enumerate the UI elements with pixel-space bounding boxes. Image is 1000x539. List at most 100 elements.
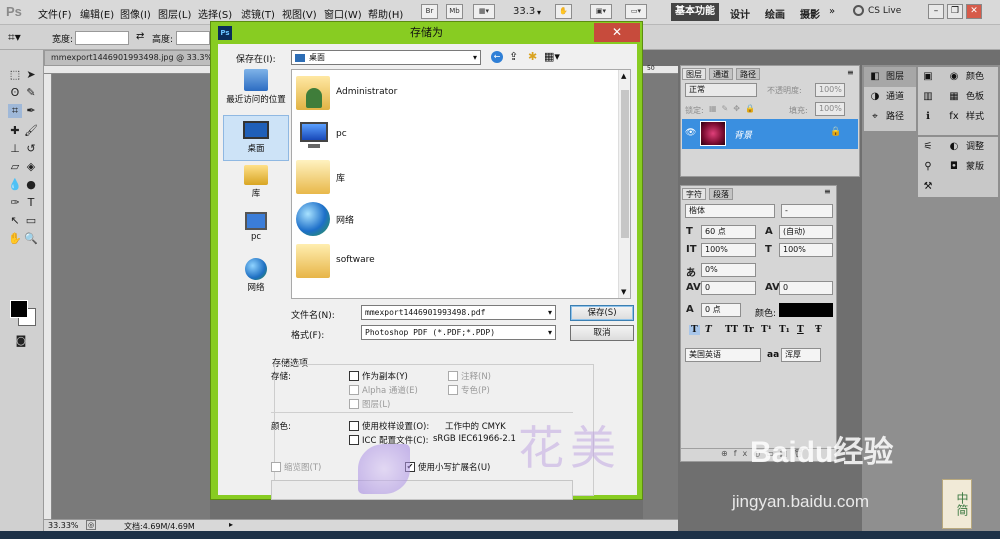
dock-masks-button[interactable]: ⚲ ◘ 蒙版 — [918, 157, 998, 177]
dock-adjustments-button[interactable]: ⚟ ◐ 调整 — [918, 137, 998, 157]
menu-view[interactable]: 视图(V) — [282, 6, 317, 21]
format-select[interactable]: Photoshop PDF (*.PDF;*.PDP) ▾ — [361, 325, 556, 340]
quick-select-tool-icon[interactable]: ✎ — [24, 86, 38, 100]
tab-layers[interactable]: 图层 — [682, 68, 706, 80]
style-button-faux-bold[interactable]: T — [689, 325, 700, 335]
dock-channels-button[interactable]: ◑ 通道 — [864, 87, 916, 107]
thumbnail-checkbox[interactable] — [271, 462, 281, 472]
view-menu-icon[interactable]: ▦▾ — [544, 50, 560, 63]
healing-tool-icon[interactable]: ✚ — [8, 124, 22, 138]
tab-paths[interactable]: 路径 — [736, 68, 760, 80]
mini-bridge-button[interactable]: Mb — [446, 4, 463, 19]
pen-tool-icon[interactable]: ✑ — [8, 196, 22, 210]
anti-alias-select[interactable]: 浑厚 — [781, 348, 821, 362]
font-family-select[interactable]: 楷体 — [685, 204, 775, 218]
new-folder-icon[interactable]: ✱ — [528, 50, 537, 63]
marquee-tool-icon[interactable]: ⬚ — [8, 68, 22, 82]
char-panel-menu-icon[interactable]: ≡ — [824, 187, 831, 196]
tab-channels[interactable]: 通道 — [709, 68, 733, 80]
crop-tool-icon[interactable]: ⌗▾ — [8, 30, 21, 45]
workspace-design[interactable]: 设计 — [730, 6, 750, 21]
dock-styles-button[interactable]: ℹ fx 样式 — [918, 107, 998, 127]
eraser-tool-icon[interactable]: ▱ — [8, 160, 22, 174]
status-zoom[interactable]: 33.33% — [48, 521, 79, 530]
list-item[interactable]: 库 — [296, 160, 616, 198]
menu-layer[interactable]: 图层(L) — [158, 6, 191, 21]
list-item[interactable]: Administrator — [296, 76, 616, 114]
tab-paragraph[interactable]: 段落 — [709, 188, 733, 200]
tsume-input[interactable]: 0% — [701, 263, 756, 277]
menu-filter[interactable]: 滤镜(T) — [241, 6, 275, 21]
dock-paths-button[interactable]: ⌖ 路径 — [864, 107, 916, 127]
layers-checkbox[interactable] — [349, 399, 359, 409]
opacity-input[interactable]: 100% — [815, 83, 845, 97]
dodge-tool-icon[interactable]: ● — [24, 178, 38, 192]
canvas-area[interactable] — [52, 74, 210, 519]
canvas-area-right[interactable] — [643, 74, 678, 519]
menu-image[interactable]: 图像(I) — [120, 6, 151, 21]
place-recent[interactable]: 最近访问的位置 — [223, 69, 289, 113]
horizontal-scale-input[interactable]: 100% — [779, 243, 833, 257]
as-copy-checkbox[interactable] — [349, 371, 359, 381]
cancel-button[interactable]: 取消 — [570, 325, 634, 341]
shape-tool-icon[interactable]: ▭ — [24, 214, 38, 228]
place-libraries[interactable]: 库 — [223, 165, 289, 209]
layer-name[interactable]: 背景 — [734, 128, 752, 141]
place-network[interactable]: 网络 — [223, 258, 289, 302]
save-in-select[interactable]: 桌面 ▾ — [291, 50, 481, 65]
spot-colors-checkbox[interactable] — [448, 385, 458, 395]
list-item[interactable]: software — [296, 244, 616, 282]
list-item[interactable]: pc — [296, 118, 616, 156]
style-button-subscript[interactable]: T₁ — [779, 325, 790, 335]
menu-file[interactable]: 文件(F) — [38, 6, 72, 21]
dialog-close-icon[interactable]: ✕ — [594, 23, 640, 42]
leading-input[interactable]: (自动) — [779, 225, 833, 239]
view-extras-icon[interactable]: ▦▾ — [473, 4, 495, 19]
bucket-tool-icon[interactable]: ◈ — [24, 160, 38, 174]
font-size-input[interactable]: 60 点 — [701, 225, 756, 239]
workspace-essentials[interactable]: 基本功能 — [671, 3, 719, 21]
foreground-color-swatch[interactable] — [10, 300, 28, 318]
visibility-eye-icon[interactable]: 👁 — [685, 128, 696, 138]
style-button-all-caps[interactable]: TT — [725, 325, 738, 335]
tracking-input[interactable]: 0 — [779, 281, 833, 295]
style-button-strikethrough[interactable]: Ŧ — [815, 325, 822, 335]
move-tool-icon[interactable]: ➤ — [24, 68, 38, 82]
zoom-tool-icon[interactable]: 🔍 — [24, 232, 38, 246]
screen-mode-icon[interactable]: ▭▾ — [625, 4, 647, 19]
zoom-dropdown-icon[interactable]: ▾ — [537, 8, 541, 17]
menu-window[interactable]: 窗口(W) — [324, 6, 362, 21]
list-item[interactable]: 网络 — [296, 202, 616, 240]
cs-live-button[interactable]: CS Live — [868, 6, 901, 16]
text-color-swatch[interactable] — [779, 303, 833, 317]
style-button-faux-italic[interactable]: T — [705, 325, 712, 335]
stamp-tool-icon[interactable]: ⊥ — [8, 142, 22, 156]
path-select-tool-icon[interactable]: ↖ — [8, 214, 22, 228]
icc-profile-checkbox[interactable] — [349, 435, 359, 445]
history-brush-icon[interactable]: ↺ — [24, 142, 38, 156]
style-button-small-caps[interactable]: Tr — [743, 325, 754, 335]
place-computer[interactable]: pc — [223, 212, 289, 256]
scroll-down-icon[interactable]: ▼ — [621, 288, 626, 296]
lasso-tool-icon[interactable]: ʘ — [8, 86, 22, 100]
scroll-up-icon[interactable]: ▲ — [621, 72, 626, 80]
minimize-icon[interactable]: – — [928, 4, 944, 19]
dock-color-button[interactable]: ▣ ◉ 颜色 — [918, 67, 998, 87]
dock-layers-button[interactable]: ◧ 图层 — [864, 67, 916, 87]
annotations-checkbox[interactable] — [448, 371, 458, 381]
restore-icon[interactable]: ❐ — [947, 4, 963, 19]
blend-mode-select[interactable]: 正常 — [685, 83, 757, 97]
zoom-level[interactable]: 33.3 — [513, 6, 535, 17]
workspace-photography[interactable]: 摄影 — [800, 6, 820, 21]
arrange-documents-icon[interactable]: ▣▾ — [590, 4, 612, 19]
style-button-underline[interactable]: T — [797, 325, 804, 335]
swap-icon[interactable]: ⇄ — [136, 31, 144, 42]
place-desktop[interactable]: 桌面 — [223, 115, 289, 161]
baseline-shift-input[interactable]: 0 点 — [701, 303, 741, 317]
filename-input[interactable]: mmexport1446901993498.pdf ▾ — [361, 305, 556, 320]
menu-help[interactable]: 帮助(H) — [368, 6, 403, 21]
dock-swatches-button[interactable]: ▥ ▦ 色板 — [918, 87, 998, 107]
menu-select[interactable]: 选择(S) — [198, 6, 232, 21]
back-icon[interactable]: ← — [491, 51, 503, 63]
use-proof-checkbox[interactable] — [349, 421, 359, 431]
